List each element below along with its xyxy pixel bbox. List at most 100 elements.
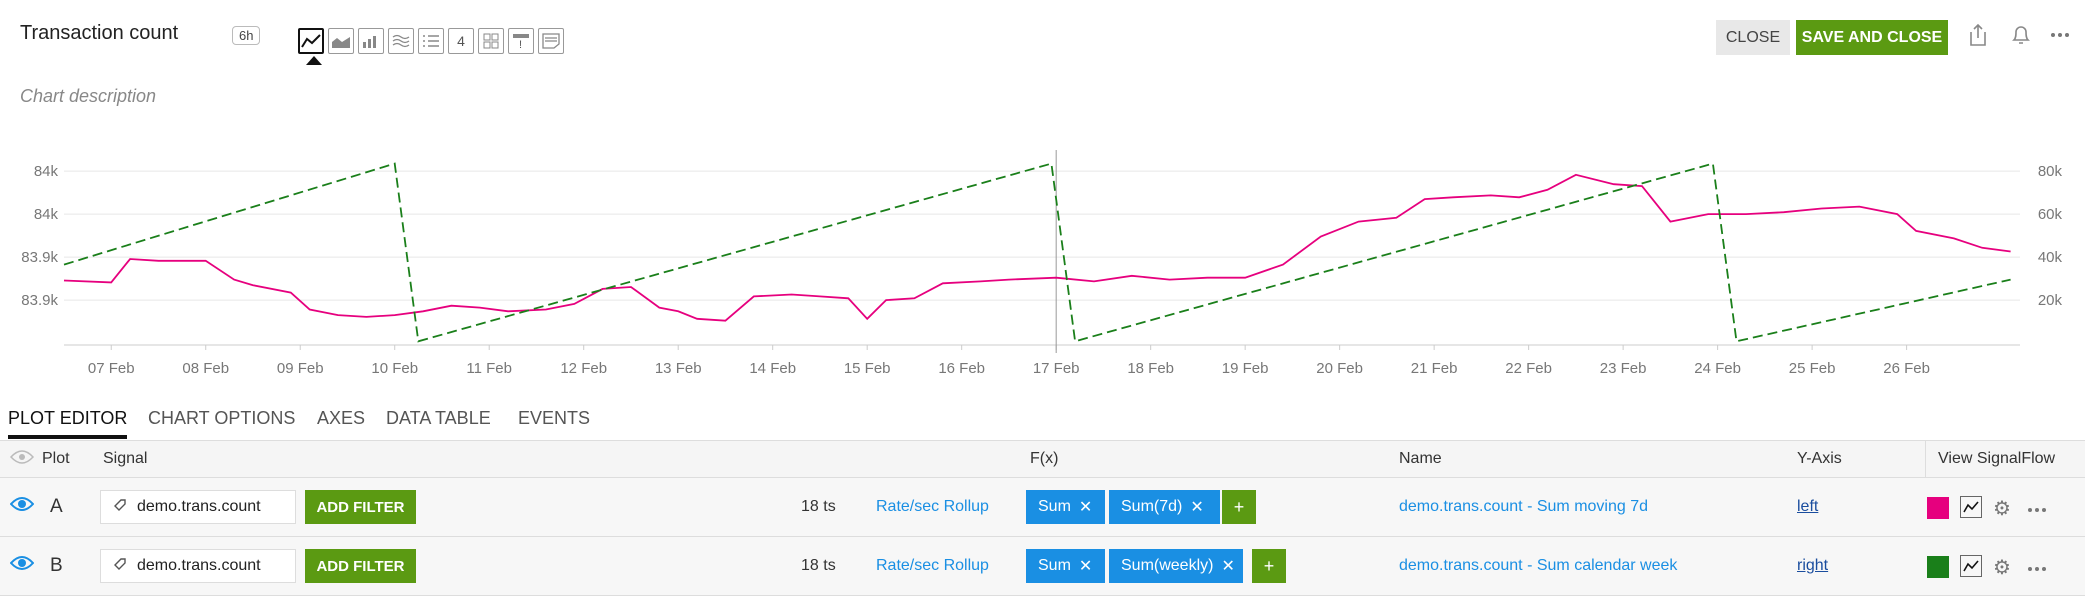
rollup-link[interactable]: Rate/sec Rollup (876, 498, 989, 516)
chart-title[interactable]: Transaction count (20, 22, 178, 45)
chart-plot-area[interactable]: 84k 80k 84k 60k 83.9k 40k 83.9k 20k 07 Feb 08 Feb… (0, 140, 2085, 390)
line-chart-icon[interactable] (1960, 496, 1982, 518)
list-icon[interactable] (418, 28, 444, 54)
right-tick-label: 60k (2038, 206, 2063, 223)
x-tick-label: 11 Feb (466, 360, 512, 377)
single-value-icon[interactable]: 4 (448, 28, 474, 54)
x-tick-label: 18 Feb (1127, 360, 1174, 377)
editor-tabs: PLOT EDITOR CHART OPTIONS AXES DATA TABL… (0, 406, 2085, 441)
x-tick-label: 14 Feb (749, 360, 796, 377)
heatmap-icon[interactable] (478, 28, 504, 54)
text-note-icon[interactable] (538, 28, 564, 54)
rollup-link[interactable]: Rate/sec Rollup (876, 557, 989, 575)
column-chart-icon[interactable] (358, 28, 384, 54)
plot-row-a: A demo.trans.count ADD FILTER 18 ts Rate… (0, 478, 2085, 537)
x-tick-label: 08 Feb (182, 360, 229, 377)
gear-icon[interactable]: ⚙ (1993, 496, 2011, 521)
header-yaxis: Y-Axis (1797, 450, 1842, 467)
gear-icon[interactable]: ⚙ (1993, 555, 2011, 580)
plot-name-link[interactable]: demo.trans.count - Sum calendar week (1399, 557, 1677, 575)
header-name: Name (1399, 450, 1442, 467)
histogram-icon[interactable] (388, 28, 414, 54)
tab-chart-options[interactable]: CHART OPTIONS (148, 408, 295, 429)
x-tick-label: 20 Feb (1316, 360, 1363, 377)
function-pill-sum[interactable]: Sum ✕ (1026, 549, 1105, 583)
ts-count: 18 ts (801, 498, 836, 515)
x-tick-label: 09 Feb (277, 360, 324, 377)
x-tick-label: 24 Feb (1694, 360, 1741, 377)
x-tick-label: 12 Feb (560, 360, 607, 377)
tab-axes[interactable]: AXES (317, 408, 365, 429)
plot-name-link[interactable]: demo.trans.count - Sum moving 7d (1399, 498, 1648, 516)
right-tick-label: 20k (2038, 292, 2063, 309)
x-tick-label: 16 Feb (938, 360, 985, 377)
color-swatch[interactable] (1927, 556, 1949, 578)
signal-input[interactable]: demo.trans.count (100, 490, 296, 524)
tab-plot-editor[interactable]: PLOT EDITOR (8, 408, 128, 439)
area-chart-icon[interactable] (328, 28, 354, 54)
time-range-badge[interactable]: 6h (232, 26, 261, 45)
bell-icon[interactable] (2006, 20, 2036, 50)
remove-x-icon[interactable]: ✕ (1221, 556, 1234, 576)
tab-data-table[interactable]: DATA TABLE (386, 408, 491, 429)
visibility-eye-icon[interactable] (9, 494, 35, 518)
add-filter-button[interactable]: ADD FILTER (305, 490, 416, 524)
color-swatch[interactable] (1927, 497, 1949, 519)
x-tick-label: 23 Feb (1600, 360, 1647, 377)
right-tick-label: 80k (2038, 163, 2063, 180)
chart-type-selector: 4 ! (298, 28, 564, 54)
add-function-button[interactable]: + (1252, 549, 1286, 583)
eye-header-icon[interactable] (9, 449, 35, 470)
yaxis-selector[interactable]: right (1797, 557, 1828, 575)
line-chart-icon[interactable] (1960, 555, 1982, 577)
ts-count: 18 ts (801, 557, 836, 574)
x-tick-label: 22 Feb (1505, 360, 1552, 377)
visibility-eye-icon[interactable] (9, 553, 35, 577)
line-chart-icon[interactable] (298, 28, 324, 54)
left-tick-label: 84k (34, 163, 59, 180)
share-icon[interactable] (1963, 20, 1993, 50)
header-fx: F(x) (1030, 450, 1059, 467)
more-options-icon[interactable] (2045, 20, 2075, 50)
signal-input[interactable]: demo.trans.count (100, 549, 296, 583)
left-tick-label: 83.9k (21, 292, 58, 309)
yaxis-selector[interactable]: left (1797, 498, 1818, 516)
x-tick-label: 21 Feb (1411, 360, 1458, 377)
add-function-button[interactable]: + (1222, 490, 1256, 524)
left-tick-label: 84k (34, 206, 59, 223)
tag-icon (113, 498, 127, 517)
header-plot: Plot (42, 450, 70, 467)
remove-x-icon[interactable]: ✕ (1190, 497, 1203, 517)
plot-letter: B (50, 555, 63, 576)
chart-description[interactable]: Chart description (20, 86, 156, 107)
function-pill-sum-weekly[interactable]: Sum(weekly) ✕ (1109, 549, 1243, 583)
x-tick-label: 17 Feb (1033, 360, 1080, 377)
svg-text:!: ! (519, 39, 522, 49)
x-tick-label: 13 Feb (655, 360, 702, 377)
add-filter-button[interactable]: ADD FILTER (305, 549, 416, 583)
plot-letter: A (50, 496, 63, 517)
x-tick-label: 15 Feb (844, 360, 891, 377)
series-line-right (63, 162, 2011, 343)
remove-x-icon[interactable]: ✕ (1079, 497, 1092, 517)
tab-events[interactable]: EVENTS (518, 408, 590, 429)
signal-value: demo.trans.count (137, 557, 261, 574)
signal-value: demo.trans.count (137, 498, 261, 515)
x-tick-label: 19 Feb (1222, 360, 1269, 377)
header-signal: Signal (103, 450, 148, 467)
view-signalflow-link[interactable]: View SignalFlow (1938, 450, 2055, 468)
series-line-left (63, 173, 2011, 322)
more-options-icon[interactable] (2027, 559, 2047, 577)
remove-x-icon[interactable]: ✕ (1079, 556, 1092, 576)
save-and-close-button[interactable]: SAVE AND CLOSE (1796, 20, 1948, 55)
close-button[interactable]: CLOSE (1716, 20, 1790, 55)
more-options-icon[interactable] (2027, 500, 2047, 518)
plot-row-b: B demo.trans.count ADD FILTER 18 ts Rate… (0, 537, 2085, 596)
tag-icon (113, 557, 127, 576)
x-tick-label: 10 Feb (371, 360, 418, 377)
plot-table-header: Plot Signal F(x) Name Y-Axis View Signal… (0, 441, 2085, 478)
function-pill-sum-7d[interactable]: Sum(7d) ✕ (1109, 490, 1220, 524)
function-pill-sum[interactable]: Sum ✕ (1026, 490, 1105, 524)
event-feed-icon[interactable]: ! (508, 28, 534, 54)
x-tick-label: 25 Feb (1789, 360, 1836, 377)
